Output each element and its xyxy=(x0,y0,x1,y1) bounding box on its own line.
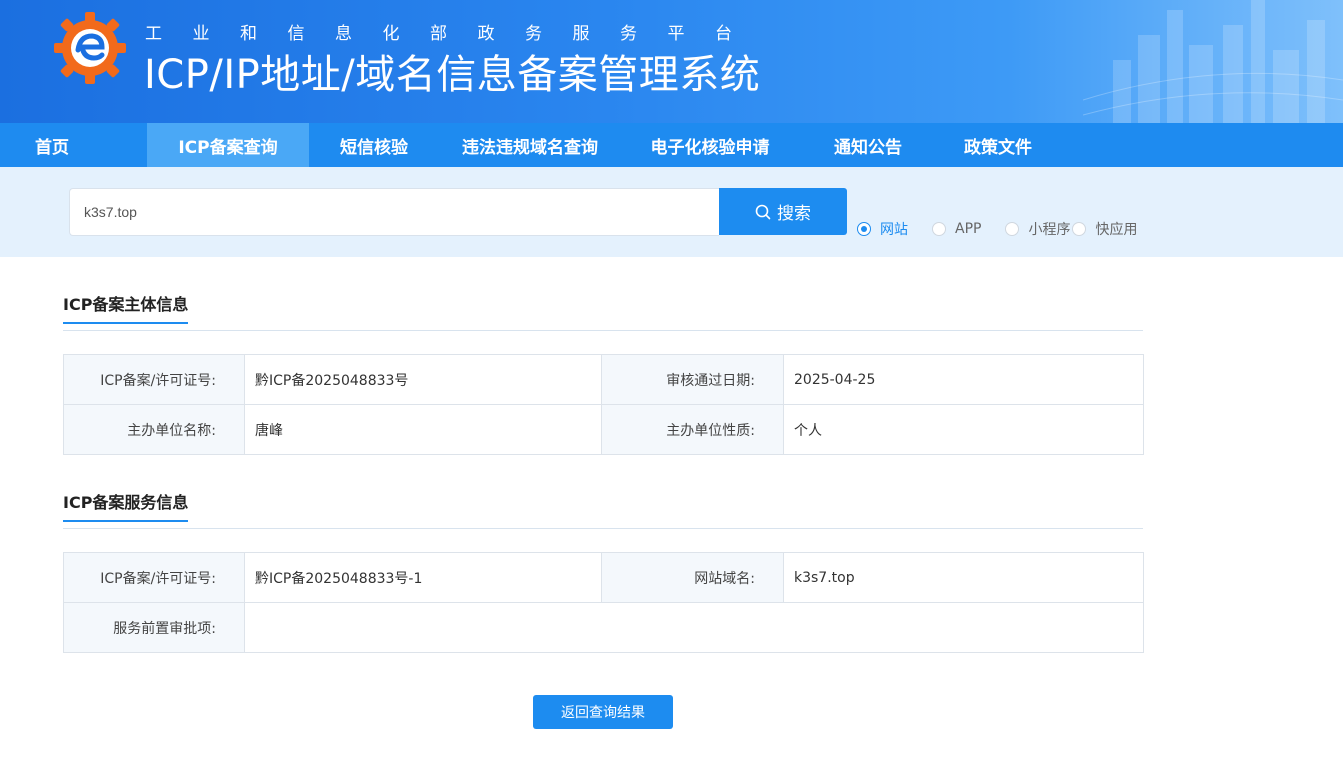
radio-label: 小程序 xyxy=(1028,222,1071,238)
approval-date-value: 2025-04-25 xyxy=(783,354,1144,405)
pre-approval-value xyxy=(244,602,1144,653)
license-value: 黔ICP备2025048833号 xyxy=(244,354,602,405)
search-button-label: 搜索 xyxy=(777,204,811,224)
main-nav: 首页 ICP备案查询 短信核验 违法违规域名查询 电子化核验申请 通知公告 政策… xyxy=(0,123,1343,167)
table-row: 主办单位名称: 唐峰 主办单位性质: 个人 xyxy=(63,404,1144,455)
radio-label: APP xyxy=(955,221,982,237)
service-license-value: 黔ICP备2025048833号-1 xyxy=(244,552,602,603)
section-header: ICP备案服务信息 xyxy=(63,489,1143,529)
radio-mini-program[interactable]: 小程序 xyxy=(1005,219,1070,239)
nav-icp-query[interactable]: ICP备案查询 xyxy=(147,123,309,167)
subject-info-title: ICP备案主体信息 xyxy=(63,291,189,324)
radio-quick-app[interactable]: 快应用 xyxy=(1072,219,1137,239)
approval-date-label: 审核通过日期: xyxy=(601,354,784,405)
radio-label: 网站 xyxy=(880,222,908,238)
nav-home[interactable]: 首页 xyxy=(0,123,104,167)
search-area: 搜索 网站 APP 小程序 快应用 xyxy=(0,167,1343,257)
city-skyline-decoration xyxy=(1083,0,1343,123)
search-icon xyxy=(755,204,771,219)
org-nature-value: 个人 xyxy=(783,404,1144,455)
subject-info-section: ICP备案主体信息 xyxy=(63,291,1143,331)
nav-sms-verify[interactable]: 短信核验 xyxy=(309,123,439,167)
table-row: ICP备案/许可证号: 黔ICP备2025048833号-1 网站域名: k3s… xyxy=(63,552,1144,603)
license-label: ICP备案/许可证号: xyxy=(63,354,245,405)
nav-policy-files[interactable]: 政策文件 xyxy=(948,123,1048,167)
radio-app[interactable]: APP xyxy=(932,221,981,237)
org-nature-label: 主办单位性质: xyxy=(601,404,784,455)
domain-value: k3s7.top xyxy=(783,552,1144,603)
back-to-results-button[interactable]: 返回查询结果 xyxy=(533,695,673,729)
radio-website[interactable]: 网站 xyxy=(857,219,908,239)
site-header: 工业和信息化部政务服务平台 ICP/IP地址/域名信息备案管理系统 xyxy=(0,0,1343,123)
service-info-section: ICP备案服务信息 xyxy=(63,489,1143,529)
nav-announcements[interactable]: 通知公告 xyxy=(818,123,918,167)
type-radio-group: 网站 APP 小程序 快应用 xyxy=(857,219,1147,239)
service-license-label: ICP备案/许可证号: xyxy=(63,552,245,603)
subject-info-table: ICP备案/许可证号: 黔ICP备2025048833号 审核通过日期: 202… xyxy=(63,354,1144,455)
table-row: 服务前置审批项: xyxy=(63,602,1144,653)
org-name-label: 主办单位名称: xyxy=(63,404,245,455)
nav-illegal-domain-query[interactable]: 违法违规域名查询 xyxy=(451,123,609,167)
nav-e-verify-apply[interactable]: 电子化核验申请 xyxy=(635,123,785,167)
radio-dot xyxy=(932,222,946,236)
org-name-value: 唐峰 xyxy=(244,404,602,455)
search-input[interactable] xyxy=(69,188,719,236)
service-info-table: ICP备案/许可证号: 黔ICP备2025048833号-1 网站域名: k3s… xyxy=(63,552,1144,653)
miit-logo xyxy=(54,12,126,84)
section-header: ICP备案主体信息 xyxy=(63,291,1143,331)
domain-label: 网站域名: xyxy=(601,552,784,603)
radio-dot xyxy=(857,222,871,236)
radio-dot xyxy=(1072,222,1087,236)
search-button[interactable]: 搜索 xyxy=(719,188,847,235)
service-info-title: ICP备案服务信息 xyxy=(63,489,189,522)
system-title: ICP/IP地址/域名信息备案管理系统 xyxy=(144,52,761,98)
portal-subtitle: 工业和信息化部政务服务平台 xyxy=(145,24,763,44)
radio-label: 快应用 xyxy=(1095,222,1138,238)
table-row: ICP备案/许可证号: 黔ICP备2025048833号 审核通过日期: 202… xyxy=(63,354,1144,405)
pre-approval-label: 服务前置审批项: xyxy=(63,602,245,653)
radio-dot xyxy=(1005,222,1020,236)
